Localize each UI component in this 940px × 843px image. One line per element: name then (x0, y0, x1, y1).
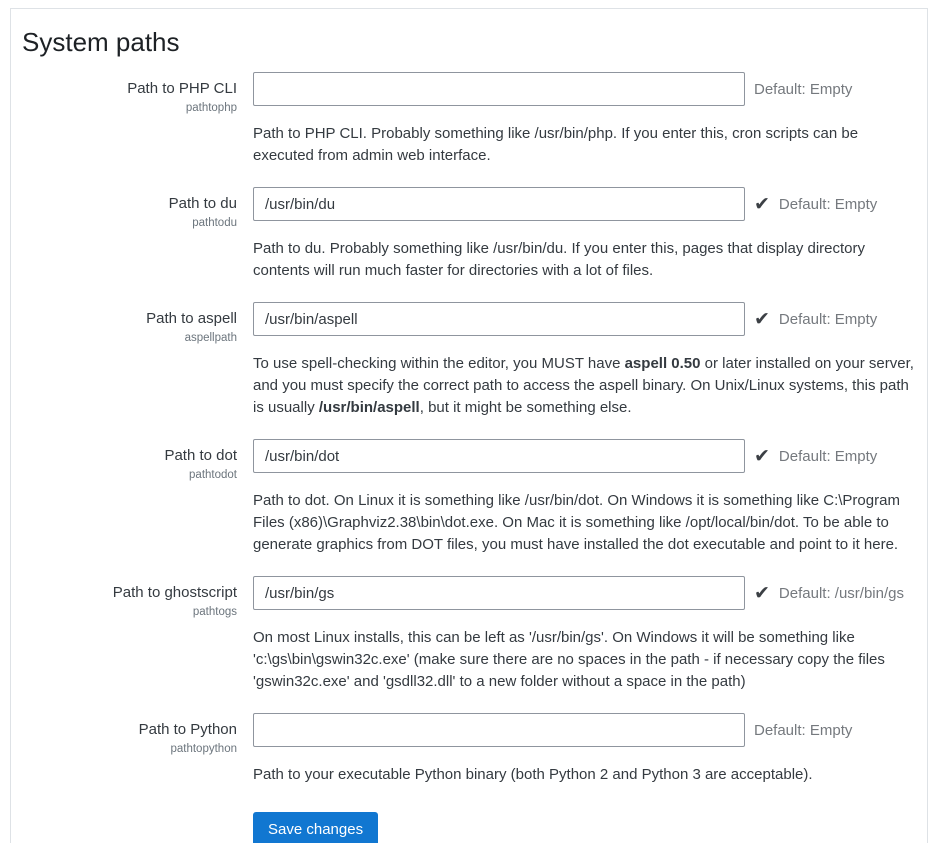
setting-row-pathtodu: Path to du pathtodu ✔ Default: Empty Pat… (22, 187, 915, 282)
field-label: Path to ghostscript (22, 584, 237, 603)
page-title: System paths (22, 27, 915, 58)
control-column: ✔ Default: Empty To use spell-checking w… (253, 302, 915, 419)
control-column: ✔ Default: Empty Path to du. Probably so… (253, 187, 915, 282)
control-line: Default: Empty (253, 72, 915, 106)
field-shortname: pathtodu (22, 217, 237, 229)
field-description: To use spell-checking within the editor,… (253, 353, 915, 419)
field-shortname: aspellpath (22, 332, 237, 344)
default-value-label: Default: Empty (779, 448, 877, 465)
check-icon: ✔ (754, 447, 770, 466)
default-value-label: Default: Empty (779, 196, 877, 213)
control-line: ✔ Default: Empty (253, 439, 915, 473)
setting-row-aspellpath: Path to aspell aspellpath ✔ Default: Emp… (22, 302, 915, 419)
default-value-label: Default: Empty (779, 311, 877, 328)
control-column: Default: Empty Path to PHP CLI. Probably… (253, 72, 915, 167)
field-label: Path to PHP CLI (22, 80, 237, 99)
field-shortname: pathtophp (22, 102, 237, 114)
save-changes-button[interactable]: Save changes (253, 812, 378, 843)
pathtodu-input[interactable] (253, 187, 745, 221)
field-description: Path to your executable Python binary (b… (253, 764, 915, 786)
label-column: Path to ghostscript pathtogs (22, 576, 237, 693)
control-line: ✔ Default: Empty (253, 187, 915, 221)
default-value-label: Default: /usr/bin/gs (779, 585, 904, 602)
setting-row-pathtopython: Path to Python pathtopython Default: Emp… (22, 713, 915, 786)
control-column: Default: Empty Path to your executable P… (253, 713, 915, 786)
field-shortname: pathtopython (22, 743, 237, 755)
field-description-segment: To use spell-checking within the editor,… (253, 355, 625, 372)
field-description-segment: , but it might be something else. (420, 399, 632, 416)
control-line: ✔ Default: /usr/bin/gs (253, 576, 915, 610)
field-label: Path to aspell (22, 310, 237, 329)
field-description: On most Linux installs, this can be left… (253, 627, 915, 693)
field-label: Path to du (22, 195, 237, 214)
check-icon: ✔ (754, 310, 770, 329)
label-column: Path to Python pathtopython (22, 713, 237, 786)
field-description-segment: /usr/bin/aspell (319, 399, 420, 416)
control-line: ✔ Default: Empty (253, 302, 915, 336)
control-line: Default: Empty (253, 713, 915, 747)
field-shortname: pathtodot (22, 469, 237, 481)
field-label: Path to Python (22, 721, 237, 740)
pathtogs-input[interactable] (253, 576, 745, 610)
default-value-label: Default: Empty (754, 722, 852, 739)
default-value-label: Default: Empty (754, 81, 852, 98)
setting-row-pathtodot: Path to dot pathtodot ✔ Default: Empty P… (22, 439, 915, 556)
check-icon: ✔ (754, 584, 770, 603)
check-icon: ✔ (754, 195, 770, 214)
control-column: ✔ Default: Empty Path to dot. On Linux i… (253, 439, 915, 556)
control-column: ✔ Default: /usr/bin/gs On most Linux ins… (253, 576, 915, 693)
field-description: Path to du. Probably something like /usr… (253, 238, 915, 282)
pathtophp-input[interactable] (253, 72, 745, 106)
label-column: Path to dot pathtodot (22, 439, 237, 556)
setting-row-pathtophp: Path to PHP CLI pathtophp Default: Empty… (22, 72, 915, 167)
field-description: Path to dot. On Linux it is something li… (253, 490, 915, 556)
field-description: Path to PHP CLI. Probably something like… (253, 123, 915, 167)
pathtopython-input[interactable] (253, 713, 745, 747)
field-label: Path to dot (22, 447, 237, 466)
submit-row: Save changes (253, 812, 915, 843)
label-column: Path to PHP CLI pathtophp (22, 72, 237, 167)
label-column: Path to aspell aspellpath (22, 302, 237, 419)
aspellpath-input[interactable] (253, 302, 745, 336)
system-paths-section: System paths Path to PHP CLI pathtophp D… (10, 8, 928, 843)
field-shortname: pathtogs (22, 606, 237, 618)
label-column: Path to du pathtodu (22, 187, 237, 282)
setting-row-pathtogs: Path to ghostscript pathtogs ✔ Default: … (22, 576, 915, 693)
field-description-segment: aspell 0.50 (625, 355, 701, 372)
pathtodot-input[interactable] (253, 439, 745, 473)
